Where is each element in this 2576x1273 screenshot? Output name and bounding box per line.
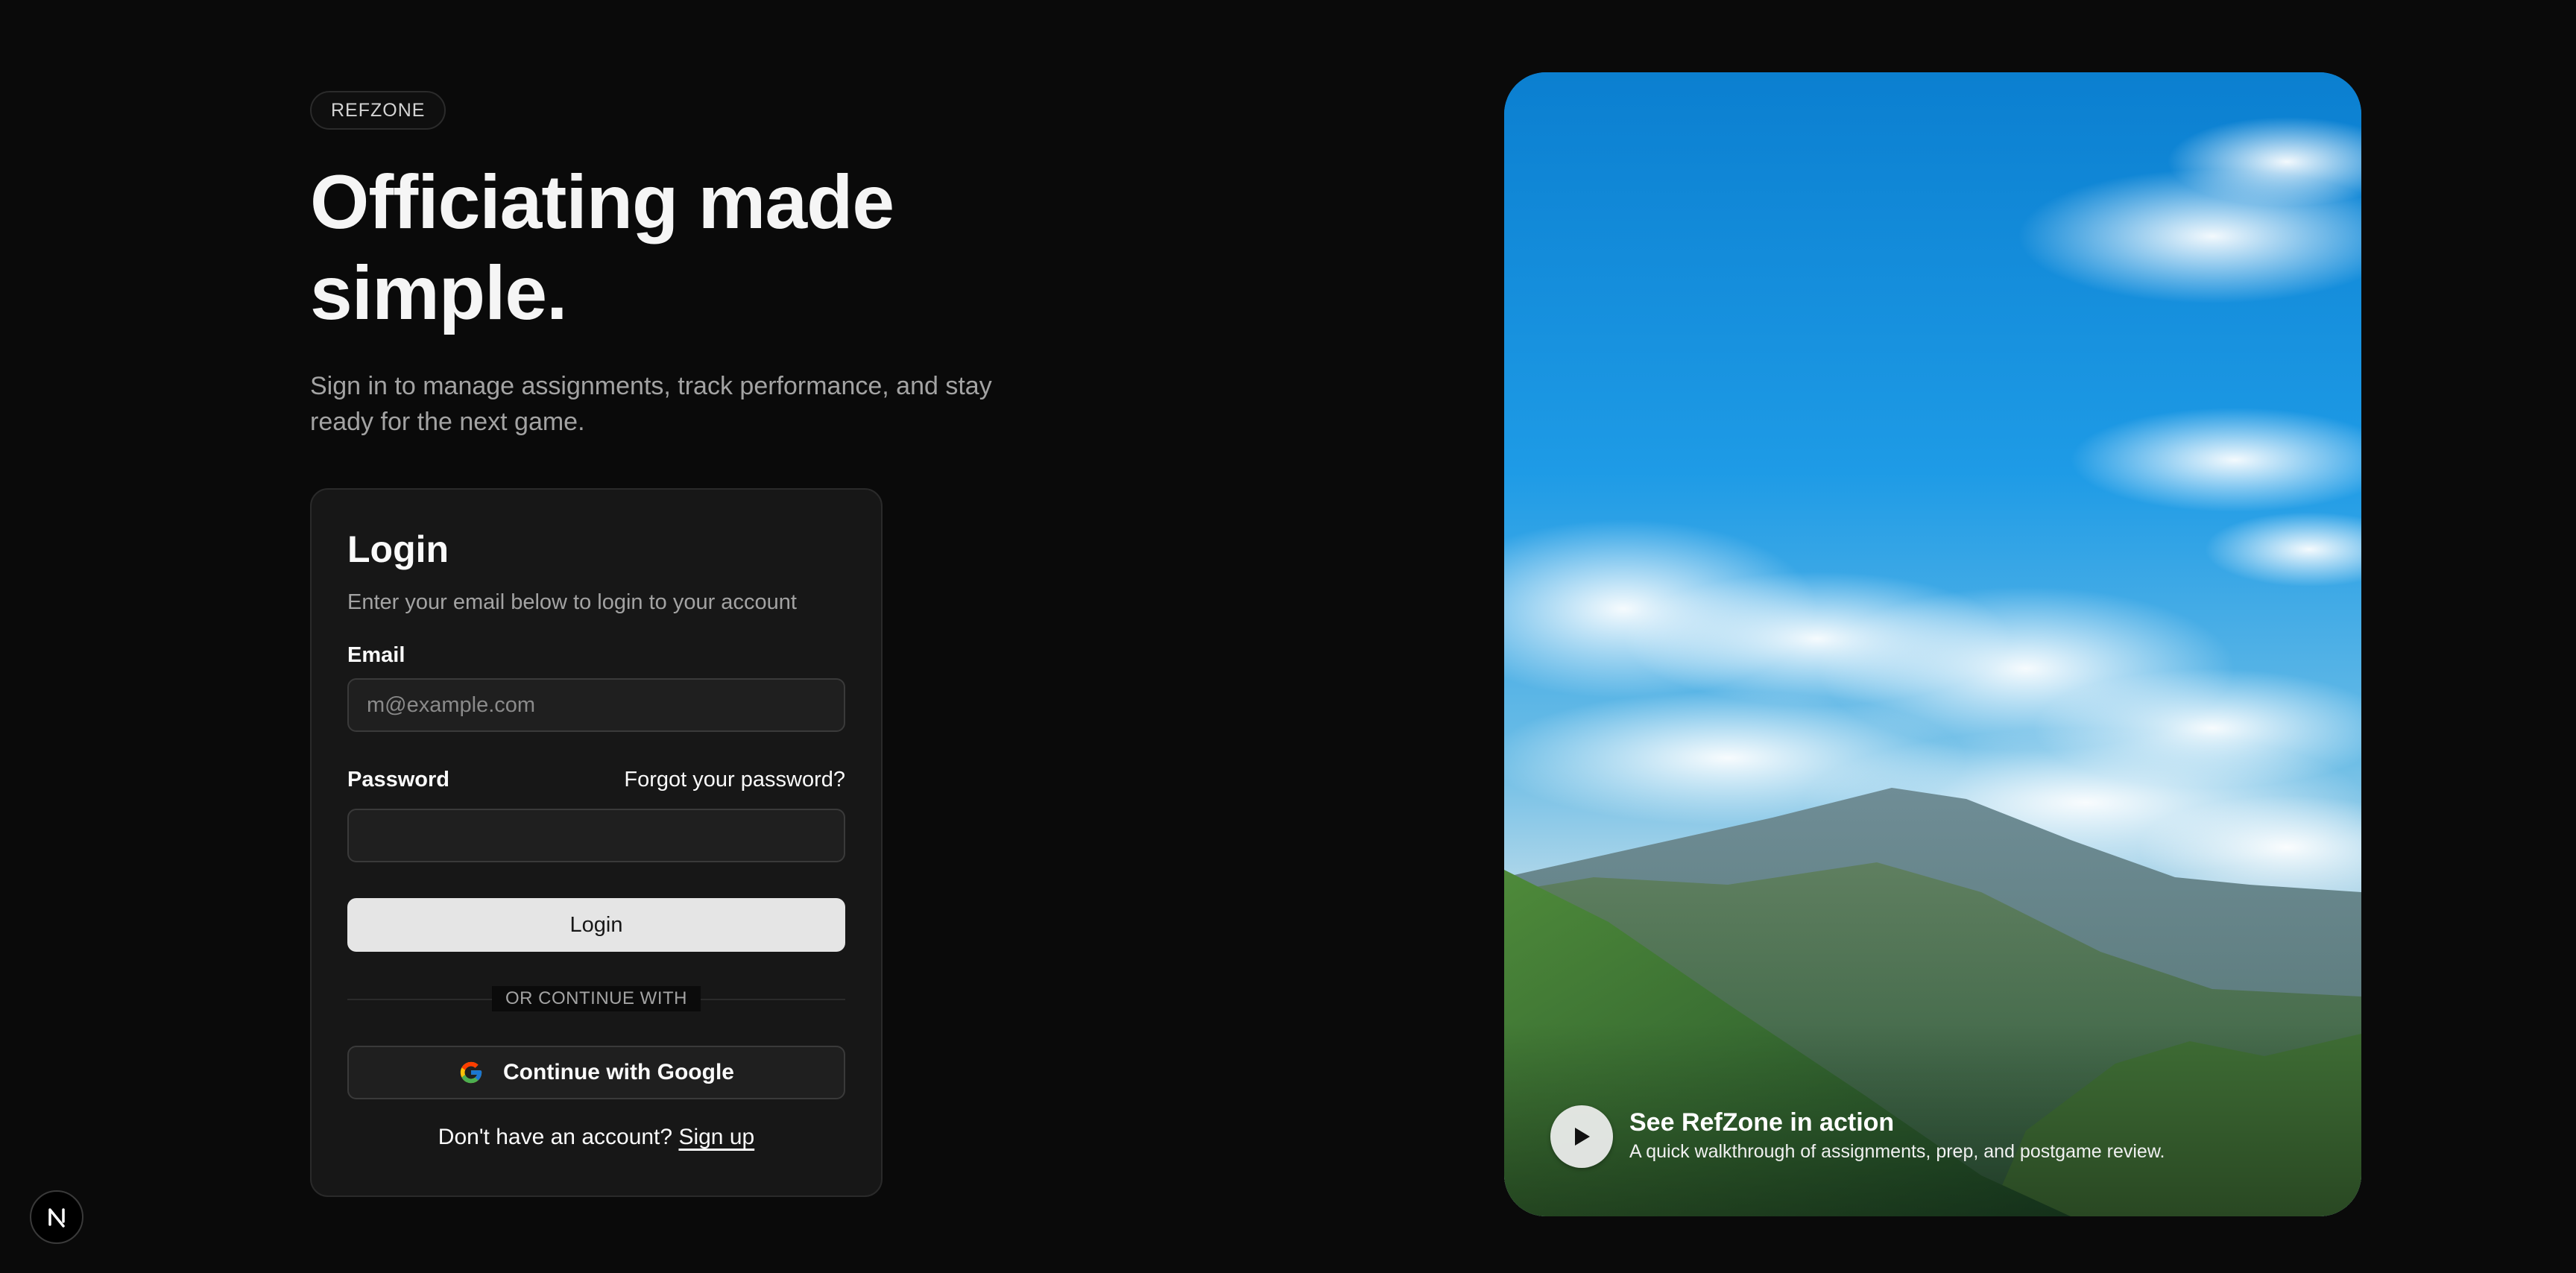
email-field[interactable] [347, 678, 845, 732]
password-field[interactable] [347, 809, 845, 862]
signup-link[interactable]: Sign up [678, 1125, 754, 1149]
google-button-label: Continue with Google [503, 1060, 734, 1084]
password-label-row: Password Forgot your password? [347, 768, 845, 792]
media-subtitle: A quick walkthrough of assignments, prep… [1629, 1141, 2165, 1162]
hero-subtitle: Sign in to manage assignments, track per… [310, 372, 992, 436]
or-divider: OR CONTINUE WITH [347, 986, 845, 1011]
signup-prompt: Don't have an account? [438, 1125, 673, 1149]
n-logo-button[interactable] [30, 1190, 83, 1244]
login-title: Login [347, 528, 449, 570]
google-login-button[interactable]: Continue with Google [347, 1046, 845, 1099]
login-card: Login Enter your email below to login to… [310, 488, 883, 1197]
divider-label: OR CONTINUE WITH [492, 986, 701, 1011]
hero-section: REFZONE Officiating made simple. Sign in… [310, 91, 996, 440]
signup-row: Don't have an account? Sign up [347, 1125, 845, 1150]
video-preview-card[interactable]: See RefZone in action A quick walkthroug… [1504, 72, 2361, 1216]
play-icon [1575, 1128, 1590, 1146]
brand-badge: REFZONE [310, 91, 446, 130]
google-icon [460, 1061, 482, 1084]
login-button[interactable]: Login [347, 898, 845, 952]
password-label: Password [347, 768, 449, 792]
email-label: Email [347, 643, 405, 667]
login-page: REFZONE Officiating made simple. Sign in… [0, 0, 2576, 1273]
hero-title: Officiating made simple. [310, 159, 894, 335]
n-logo-icon [48, 1208, 65, 1228]
login-description: Enter your email below to login to your … [347, 590, 797, 614]
forgot-password-link[interactable]: Forgot your password? [624, 768, 845, 792]
play-button[interactable] [1550, 1105, 1613, 1168]
media-title: See RefZone in action [1629, 1108, 1895, 1137]
